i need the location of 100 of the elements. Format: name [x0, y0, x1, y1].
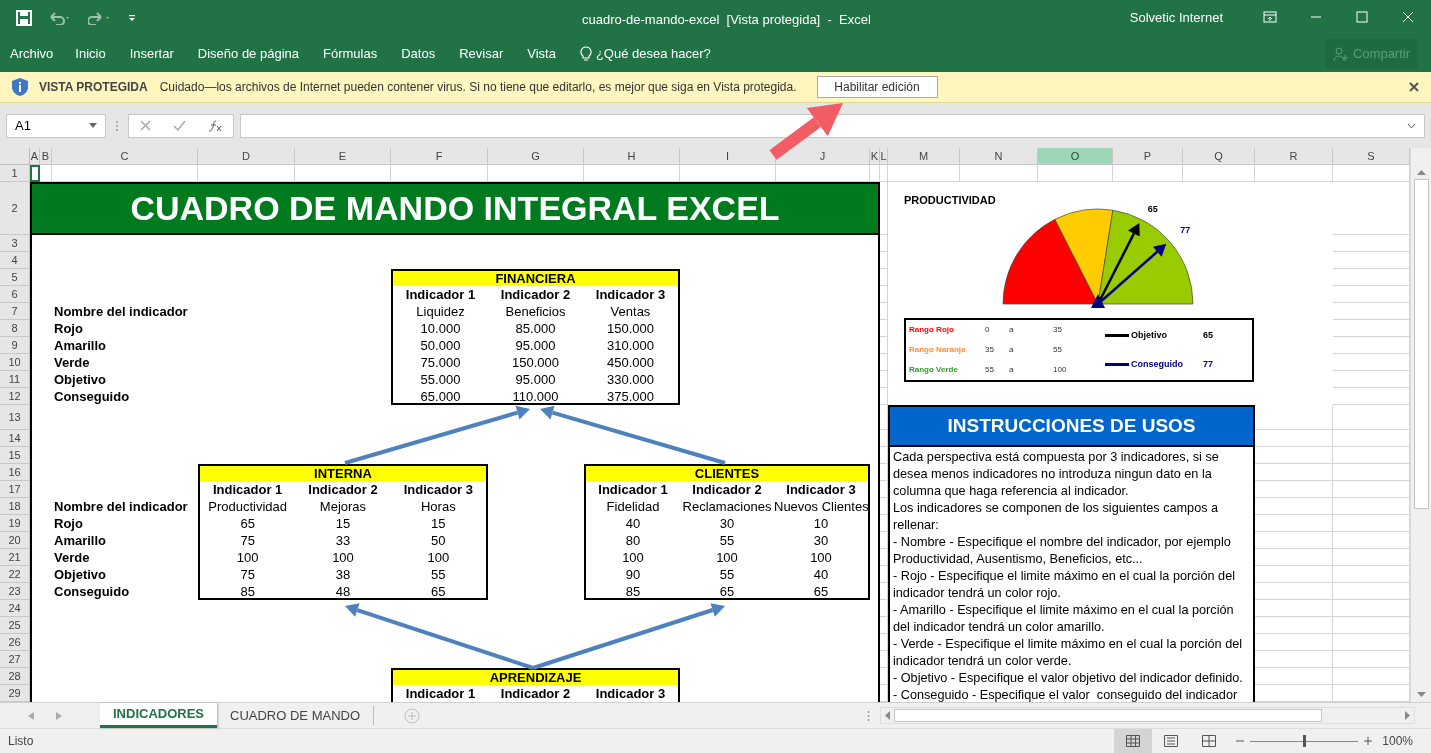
normal-view-button[interactable]	[1114, 729, 1153, 753]
ribbon-tab[interactable]: Revisar	[447, 43, 516, 64]
row-header[interactable]: 20	[0, 532, 30, 549]
column-header[interactable]: N	[960, 148, 1038, 165]
table-cell-text: 95.000	[514, 337, 557, 354]
row-header[interactable]: 12	[0, 388, 30, 405]
window-title: cuadro-de-mando-excel [Vista protegida] - Excel	[582, 11, 871, 29]
column-header[interactable]: F	[391, 148, 488, 165]
scroll-up-icon[interactable]	[1416, 169, 1426, 175]
sheet-tab[interactable]: INDICADORES	[100, 703, 217, 728]
zoom-in-icon[interactable]	[1364, 737, 1373, 745]
close-icon[interactable]	[1409, 82, 1419, 92]
scroll-thumb[interactable]	[894, 709, 1323, 722]
row-header[interactable]: 3	[0, 235, 30, 252]
sheet-tab[interactable]: CUADRO DE MANDO	[217, 706, 375, 725]
check-icon[interactable]	[173, 120, 186, 131]
ribbon-tab[interactable]: Diseño de página	[185, 43, 311, 64]
row-header[interactable]: 5	[0, 269, 30, 286]
row-header[interactable]: 14	[0, 430, 30, 447]
function-icon[interactable]	[208, 119, 222, 132]
column-header[interactable]: M	[888, 148, 960, 165]
undo-icon[interactable]	[48, 10, 72, 25]
column-heading: Indicador 2	[499, 286, 572, 303]
row-header[interactable]: 8	[0, 320, 30, 337]
column-header[interactable]: H	[584, 148, 680, 165]
row-header[interactable]: 22	[0, 566, 30, 583]
column-header[interactable]: G	[488, 148, 584, 165]
table-cell-text: 40	[812, 566, 830, 583]
row-header[interactable]: 13	[0, 405, 30, 430]
save-icon[interactable]	[16, 9, 32, 26]
column-heading: Indicador 1	[597, 481, 669, 498]
tell-me-field[interactable]: ¿Qué desea hacer?	[579, 43, 711, 64]
column-header[interactable]: C	[52, 148, 198, 165]
row-header[interactable]: 27	[0, 651, 30, 668]
zoom-level[interactable]: 100%	[1382, 732, 1413, 750]
row-header[interactable]: 11	[0, 371, 30, 388]
column-header[interactable]: I	[680, 148, 776, 165]
row-header[interactable]: 6	[0, 286, 30, 303]
scroll-thumb[interactable]	[1413, 179, 1429, 509]
column-header[interactable]: S	[1333, 148, 1410, 165]
row-header[interactable]: 4	[0, 252, 30, 269]
ribbon-tab[interactable]: Vista	[515, 43, 568, 64]
dropdown-icon	[89, 123, 97, 128]
table-cell-text: 150.000	[511, 354, 560, 371]
horizontal-scrollbar[interactable]	[880, 707, 1416, 724]
row-header[interactable]: 15	[0, 447, 30, 464]
scroll-right-icon[interactable]	[1405, 711, 1411, 720]
zoom-slider[interactable]	[1250, 735, 1359, 747]
row-header[interactable]: 2	[0, 182, 30, 235]
column-header[interactable]: Q	[1183, 148, 1255, 165]
column-header[interactable]: J	[776, 148, 870, 165]
ribbon-tab[interactable]: Fórmulas	[311, 43, 390, 64]
ribbon-tab[interactable]: Archivo	[0, 43, 64, 64]
indicator-name: Horas	[420, 498, 457, 515]
scroll-down-icon[interactable]	[1416, 692, 1426, 698]
row-header[interactable]: 7	[0, 303, 30, 320]
column-header[interactable]: P	[1113, 148, 1183, 165]
column-heading: Indicador 2	[307, 481, 379, 498]
row-header[interactable]: 9	[0, 337, 30, 354]
row-header[interactable]: 19	[0, 515, 30, 532]
row-header[interactable]: 17	[0, 481, 30, 498]
enable-editing-button[interactable]: Habilitar edición	[816, 76, 938, 98]
ribbon-tab[interactable]: Datos	[389, 43, 448, 64]
row-header[interactable]: 16	[0, 464, 30, 481]
next-sheet-icon[interactable]	[56, 711, 62, 720]
table-cell-text: 40	[624, 515, 642, 532]
zoom-out-icon[interactable]	[1236, 737, 1245, 745]
row-header[interactable]: 26	[0, 634, 30, 651]
customize-icon[interactable]	[128, 13, 136, 22]
row-header[interactable]: 18	[0, 498, 30, 515]
column-header[interactable]: D	[198, 148, 295, 165]
column-header[interactable]: R	[1255, 148, 1333, 165]
row-header[interactable]: 25	[0, 617, 30, 634]
table-cell-text: 33	[334, 532, 352, 549]
formula-input[interactable]	[240, 113, 1425, 138]
row-header[interactable]: 21	[0, 549, 30, 566]
scroll-left-icon[interactable]	[885, 711, 891, 720]
redo-icon[interactable]	[88, 10, 112, 25]
column-header[interactable]: E	[295, 148, 391, 165]
cancel-icon[interactable]	[140, 120, 151, 131]
row-label: Verde	[53, 354, 91, 371]
name-box[interactable]: A1	[6, 113, 106, 138]
column-header[interactable]: O	[1038, 148, 1113, 165]
row-header[interactable]: 24	[0, 600, 30, 617]
vertical-scrollbar[interactable]	[1410, 148, 1431, 702]
previous-sheet-icon[interactable]	[28, 711, 34, 720]
row-header[interactable]: 28	[0, 668, 30, 685]
range-from: 55	[985, 364, 995, 376]
row-header[interactable]: 10	[0, 354, 30, 371]
row-header[interactable]: 1	[0, 165, 30, 182]
table-cell-text: 50.000	[419, 337, 462, 354]
row-header[interactable]: 29	[0, 685, 30, 702]
table-cell-text: 95.000	[514, 371, 557, 388]
column-header[interactable]: B	[40, 148, 52, 165]
ribbon-tab[interactable]: Insertar	[117, 43, 186, 64]
ribbon-tab[interactable]: Inicio	[63, 43, 118, 64]
instruction-text: - Nombre - Especifique el nombre del indicador, por ejemplo Productividad, Ausentismo, Beneficios, etc...	[893, 534, 1232, 568]
row-header[interactable]: 23	[0, 583, 30, 600]
range-separator: a	[1009, 324, 1015, 336]
slider-thumb[interactable]	[1302, 735, 1306, 747]
